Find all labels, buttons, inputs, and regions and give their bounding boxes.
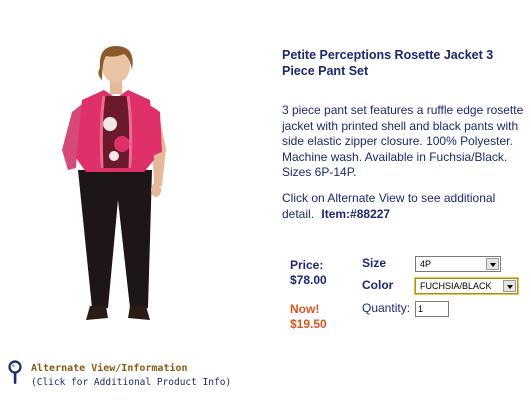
alternate-view-sublabel[interactable]: (Click for Additional Product Info) bbox=[31, 377, 231, 388]
quantity-input[interactable] bbox=[415, 301, 449, 317]
price-label: Price: bbox=[290, 258, 324, 272]
size-select[interactable]: 4P bbox=[415, 256, 501, 272]
size-label: Size bbox=[362, 256, 387, 270]
product-photo bbox=[62, 46, 166, 320]
sale-label: Now! bbox=[290, 302, 320, 316]
product-description: 3 piece pant set features a ruffle edge … bbox=[282, 103, 524, 179]
magnifier-icon[interactable] bbox=[7, 360, 23, 386]
product-title: Petite Perceptions Rosette Jacket 3 Piec… bbox=[282, 48, 494, 78]
price-value: $78.00 bbox=[290, 273, 327, 287]
color-select[interactable]: FUCHSIA/BLACK bbox=[414, 277, 519, 295]
chevron-down-icon[interactable] bbox=[486, 258, 499, 270]
chevron-down-icon[interactable] bbox=[503, 280, 516, 292]
size-select-value: 4P bbox=[420, 259, 432, 269]
quantity-label: Quantity: bbox=[362, 301, 411, 315]
sale-price: $19.50 bbox=[290, 317, 327, 331]
color-select-value: FUCHSIA/BLACK bbox=[420, 281, 492, 291]
color-label: Color bbox=[362, 278, 394, 292]
alt-view-note: Click on Alternate View to see additiona… bbox=[282, 191, 526, 222]
alternate-view-link[interactable]: Alternate View/Information bbox=[31, 363, 188, 374]
item-number: Item:#88227 bbox=[321, 206, 391, 221]
